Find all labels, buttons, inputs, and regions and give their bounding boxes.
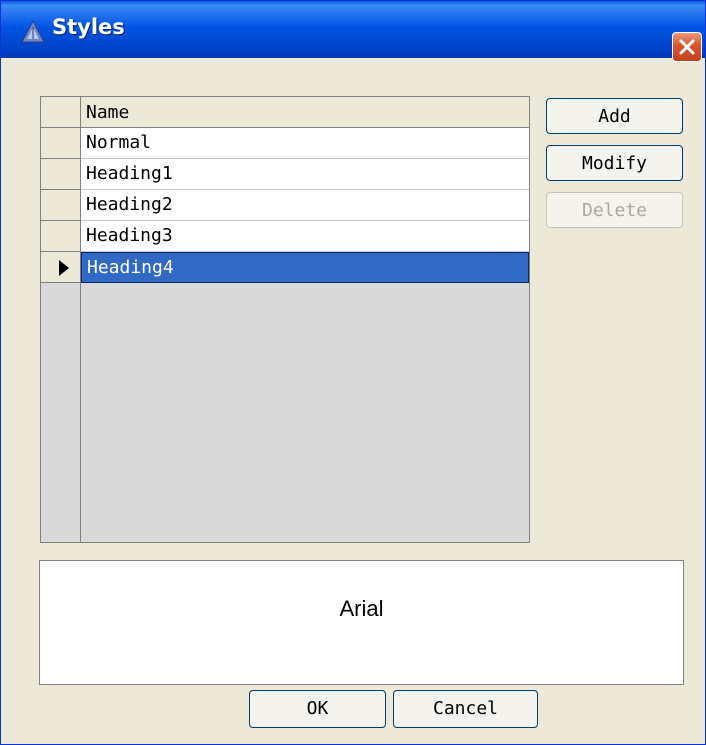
ok-button[interactable]: OK (249, 690, 386, 728)
window-title: Styles (52, 15, 125, 39)
add-button[interactable]: Add (546, 98, 683, 134)
row-header[interactable] (41, 190, 81, 221)
modify-button[interactable]: Modify (546, 145, 683, 181)
delete-button[interactable]: Delete (546, 192, 683, 228)
font-preview-text: Arial (339, 596, 384, 621)
styles-grid[interactable]: Name Normal Heading1 Heading2 Heading3 H… (40, 96, 530, 543)
close-button[interactable] (672, 32, 702, 62)
row-header[interactable] (41, 159, 81, 190)
row-header-empty-area (41, 283, 81, 542)
font-preview-panel: Arial (39, 560, 684, 685)
styles-dialog: Styles Name Normal Heading1 Heading2 Hea… (0, 0, 706, 745)
cancel-button[interactable]: Cancel (393, 690, 538, 728)
grid-row-normal[interactable]: Normal (81, 128, 529, 159)
grid-corner-header (41, 97, 81, 128)
grid-row-heading1[interactable]: Heading1 (81, 159, 529, 190)
grid-row-heading2[interactable]: Heading2 (81, 190, 529, 221)
column-header-name[interactable]: Name (81, 97, 529, 128)
grid-row-heading4[interactable]: Heading4 (81, 252, 529, 283)
row-pointer-icon (59, 260, 69, 276)
row-header-current[interactable] (41, 252, 81, 283)
grid-row-heading3[interactable]: Heading3 (81, 221, 529, 252)
styles-app-icon (21, 20, 45, 43)
close-icon (679, 39, 695, 55)
row-header[interactable] (41, 221, 81, 252)
title-bar[interactable]: Styles (1, 1, 705, 58)
row-header[interactable] (41, 128, 81, 159)
